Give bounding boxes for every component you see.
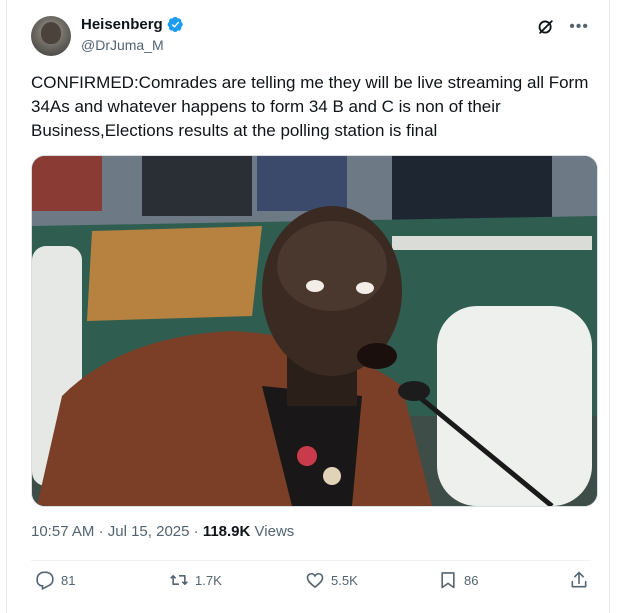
views-count: 118.9K (202, 523, 251, 540)
display-name[interactable]: Heisenberg (81, 16, 163, 33)
tweet-card: Heisenberg @DrJuma_M ••• CONFIRMED:Comra… (6, 0, 610, 613)
bookmark-icon (441, 572, 455, 589)
meta-separator: · (98, 523, 104, 540)
author-handle[interactable]: @DrJuma_M (81, 37, 164, 53)
tweet-time[interactable]: 10:57 AM (31, 523, 94, 540)
avatar[interactable] (31, 16, 71, 56)
author-name-row[interactable]: Heisenberg (81, 16, 184, 33)
divider (31, 560, 591, 561)
tweet-header: Heisenberg @DrJuma_M ••• (31, 16, 589, 60)
repost-icon (170, 575, 188, 585)
verified-badge-icon (167, 16, 183, 33)
tweet-meta: 10:57 AM · Jul 15, 2025 · 118.9K Views (31, 523, 294, 540)
bookmark-button[interactable]: 86 (438, 570, 478, 590)
header-actions: ••• (537, 18, 589, 36)
like-button[interactable]: 5.5K (305, 570, 358, 590)
views-label: Views (254, 523, 295, 540)
share-button[interactable] (569, 570, 589, 590)
repost-button[interactable]: 1.7K (169, 570, 222, 590)
grok-icon[interactable] (537, 18, 555, 36)
more-options-icon[interactable]: ••• (569, 18, 589, 36)
bookmark-count: 86 (464, 572, 479, 588)
reply-count: 81 (61, 572, 76, 588)
reply-icon (36, 571, 54, 590)
tweet-media-image[interactable] (31, 155, 598, 507)
tweet-text: CONFIRMED:Comrades are telling me they w… (31, 73, 589, 140)
heart-icon (306, 572, 324, 589)
tweet-date[interactable]: Jul 15, 2025 (108, 523, 190, 540)
tweet-actions: 81 1.7K 5.5K 86 (31, 570, 589, 596)
meta-separator: · (193, 523, 199, 540)
repost-count: 1.7K (195, 572, 222, 588)
share-icon (571, 571, 587, 588)
media-illustration (32, 156, 597, 506)
reply-button[interactable]: 81 (35, 570, 75, 590)
like-count: 5.5K (331, 572, 358, 588)
